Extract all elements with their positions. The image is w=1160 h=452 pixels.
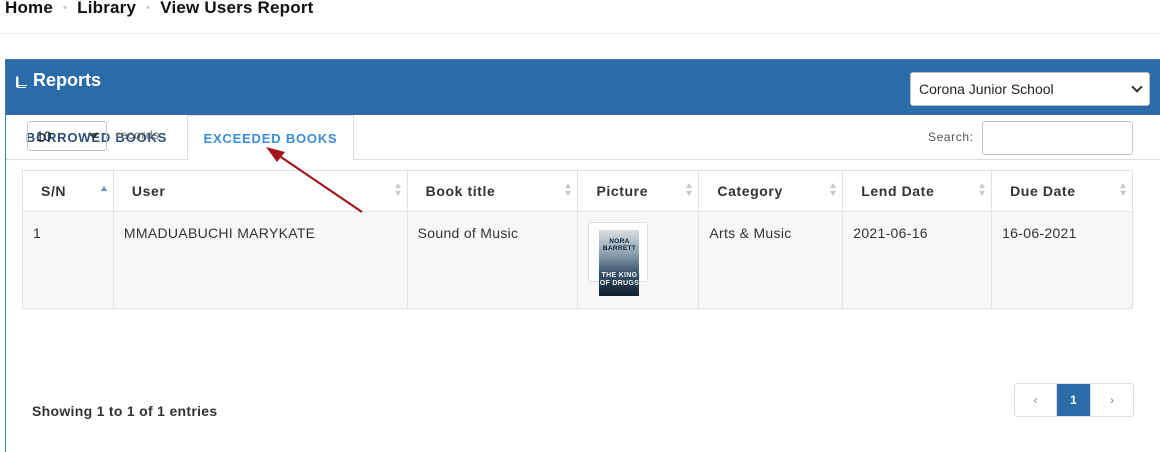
school-select[interactable]: Corona Junior School (910, 72, 1150, 106)
search-input[interactable] (982, 121, 1133, 155)
column-header-lend-date[interactable]: Lend Date (842, 170, 993, 212)
breadcrumb-current: View Users Report (160, 0, 314, 17)
sort-asc-icon (100, 183, 108, 199)
chevron-down-icon (88, 128, 99, 139)
breadcrumb-home[interactable]: Home (5, 0, 53, 18)
column-header-category[interactable]: Category (698, 170, 844, 212)
pagination-next-button[interactable]: › (1091, 384, 1133, 416)
column-header-user[interactable]: User (112, 170, 408, 212)
pagination-page-1[interactable]: 1 (1057, 384, 1091, 416)
cover-title: THE KING OF DRUGS (599, 272, 640, 287)
records-length-select[interactable]: 10 (27, 121, 107, 151)
sort-icon (565, 183, 572, 199)
entries-info: Showing 1 to 1 of 1 entries (32, 403, 218, 419)
cell-user: MMADUABUCHI MARYKATE (112, 211, 408, 309)
breadcrumb: Home • Library • View Users Report (5, 0, 314, 19)
exceeded-books-table: S/N User Book title Picture Category Len… (22, 170, 1133, 309)
breadcrumb-library[interactable]: Library (77, 0, 136, 18)
cell-category: Arts & Music (698, 211, 844, 309)
header-divider (0, 33, 1160, 34)
sort-icon (979, 183, 986, 199)
column-header-book-title[interactable]: Book title (406, 170, 579, 212)
panel-title-text: Reports (33, 70, 102, 90)
book-icon (16, 75, 27, 88)
panel-header: Reports Corona Junior School (6, 60, 1160, 115)
pagination: ‹ 1 › (1014, 383, 1134, 417)
book-thumbnail[interactable]: NORA BARRETT THE KING OF DRUGS (588, 222, 649, 296)
table-header-row: S/N User Book title Picture Category Len… (22, 170, 1133, 212)
cell-due-date: 16-06-2021 (991, 211, 1133, 309)
column-header-due-date[interactable]: Due Date (991, 170, 1133, 212)
sort-icon (830, 183, 837, 199)
chevron-down-icon (1131, 81, 1143, 93)
records-label: records (116, 128, 160, 142)
sort-icon (686, 183, 693, 199)
table-row: 1 MMADUABUCHI MARYKATE Sound of Music NO… (22, 211, 1133, 309)
cell-picture: NORA BARRETT THE KING OF DRUGS (577, 211, 700, 309)
pagination-previous-button[interactable]: ‹ (1015, 384, 1057, 416)
column-header-sn[interactable]: S/N (22, 170, 114, 212)
column-header-picture[interactable]: Picture (577, 170, 700, 212)
search-label: Search: (928, 130, 974, 144)
cell-book-title: Sound of Music (406, 211, 579, 309)
cell-sn: 1 (22, 211, 114, 309)
breadcrumb-separator: • (146, 2, 151, 14)
records-length-value: 10 (36, 128, 52, 144)
cell-lend-date: 2021-06-16 (842, 211, 993, 309)
breadcrumb-separator: • (63, 2, 68, 14)
sort-icon (1120, 183, 1127, 199)
panel-title: Reports (16, 70, 101, 91)
tab-exceeded-books[interactable]: EXCEEDED BOOKS (187, 115, 354, 161)
cover-author: NORA BARRETT (602, 238, 637, 252)
sort-icon (394, 183, 402, 199)
school-select-value: Corona Junior School (919, 81, 1054, 97)
book-cover-image: NORA BARRETT THE KING OF DRUGS (599, 230, 640, 296)
